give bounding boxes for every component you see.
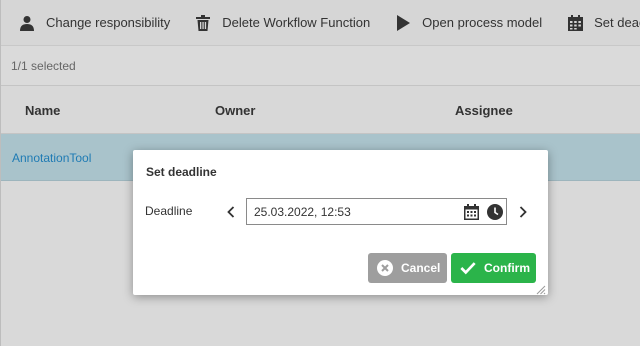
selection-count: 1/1 selected <box>11 59 76 73</box>
trash-icon <box>194 14 212 32</box>
cancel-circle-icon <box>377 260 393 276</box>
user-icon <box>18 14 36 32</box>
selection-bar: 1/1 selected <box>0 46 640 86</box>
delete-workflow-function-label: Delete Workflow Function <box>222 15 371 30</box>
left-border <box>0 0 1 346</box>
confirm-label: Confirm <box>484 261 530 275</box>
change-responsibility-button[interactable]: Change responsibility <box>0 0 178 46</box>
open-process-model-label: Open process model <box>422 15 543 30</box>
open-process-model-button[interactable]: Open process model <box>378 0 550 46</box>
play-icon <box>394 14 412 32</box>
column-header-assignee[interactable]: Assignee <box>455 103 513 118</box>
set-deadline-label: Set deadline <box>594 15 640 30</box>
cancel-button[interactable]: Cancel <box>368 253 447 283</box>
column-header-name[interactable]: Name <box>25 103 60 118</box>
toolbar: Change responsibility Delete Workflow Fu… <box>0 0 640 46</box>
dialog-title: Set deadline <box>146 165 217 179</box>
calendar-icon <box>566 14 584 32</box>
resize-handle[interactable] <box>536 283 546 295</box>
row-name-link[interactable]: AnnotationTool <box>12 151 91 165</box>
clock-icon[interactable] <box>487 204 503 220</box>
cancel-label: Cancel <box>401 261 441 275</box>
previous-button[interactable] <box>224 204 238 220</box>
set-deadline-dialog: Set deadline Deadline 25.03.2022, 12:53 … <box>133 150 548 295</box>
set-deadline-button[interactable]: Set deadline <box>550 0 640 46</box>
chevron-right-icon <box>519 206 527 218</box>
deadline-datetime-input[interactable]: 25.03.2022, 12:53 <box>246 198 507 225</box>
next-button[interactable] <box>516 204 530 220</box>
deadline-label: Deadline <box>145 204 193 218</box>
calendar-icon[interactable] <box>464 204 480 220</box>
column-header-owner[interactable]: Owner <box>215 103 255 118</box>
confirm-button[interactable]: Confirm <box>451 253 536 283</box>
checkmark-icon <box>460 260 476 276</box>
delete-workflow-function-button[interactable]: Delete Workflow Function <box>178 0 378 46</box>
change-responsibility-label: Change responsibility <box>46 15 171 30</box>
chevron-left-icon <box>227 206 235 218</box>
deadline-value[interactable]: 25.03.2022, 12:53 <box>254 205 351 219</box>
table-header: Name Owner Assignee <box>0 86 640 134</box>
